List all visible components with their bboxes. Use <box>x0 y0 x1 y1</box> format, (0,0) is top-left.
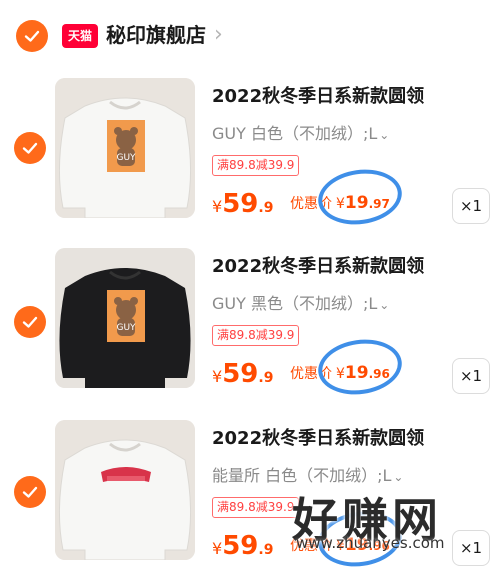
price-decimal: .9 <box>258 542 274 558</box>
chevron-down-icon: ⌄ <box>379 128 390 142</box>
checkmark-icon <box>24 30 40 42</box>
price-integer: 59 <box>222 531 259 561</box>
tmall-logo: 天猫 <box>62 24 98 48</box>
variant-label: 能量所 白色（不加绒）;L <box>212 466 392 485</box>
promo-badge: 满89.8减39.9 <box>212 497 300 518</box>
product-title[interactable]: 2022秋冬季日系新款圆领 <box>212 426 424 452</box>
chevron-down-icon: ⌄ <box>379 298 390 312</box>
checkmark-icon <box>22 142 38 154</box>
watermark-url: www.zhuanyes.com <box>296 534 445 552</box>
annotation-circle <box>314 164 406 230</box>
price: ¥59.9 <box>212 186 273 226</box>
product-image[interactable]: GUY <box>55 248 195 388</box>
promo-badge: 满89.8减39.9 <box>212 325 300 346</box>
quantity-button[interactable]: ×1 <box>452 358 490 394</box>
variant-selector[interactable]: GUY 白色（不加绒）;L ⌄ <box>212 122 389 147</box>
store-select-checkbox[interactable] <box>16 20 48 52</box>
cart-item: GUY 2022秋冬季日系新款圆领 GUY 黑色（不加绒）;L ⌄ 满89.8减3… <box>0 248 496 413</box>
price-currency: ¥ <box>212 197 223 216</box>
checkmark-icon <box>22 316 38 328</box>
price: ¥59.9 <box>212 528 273 568</box>
promo-badge: 满89.8减39.9 <box>212 155 300 176</box>
store-header: 天猫 秘印旗舰店 › <box>0 0 496 72</box>
price-currency: ¥ <box>212 539 223 558</box>
variant-label: GUY 黑色（不加绒）;L <box>212 294 378 313</box>
product-title[interactable]: 2022秋冬季日系新款圆领 <box>212 84 424 110</box>
price: ¥59.9 <box>212 356 273 396</box>
chevron-down-icon: ⌄ <box>393 470 404 484</box>
variant-label: GUY 白色（不加绒）;L <box>212 124 378 143</box>
print-text: GUY <box>116 323 136 333</box>
product-image[interactable] <box>55 420 195 560</box>
price-decimal: .9 <box>258 200 274 216</box>
product-title[interactable]: 2022秋冬季日系新款圆领 <box>212 254 424 280</box>
chevron-right-icon[interactable]: › <box>214 20 223 50</box>
annotation-circle <box>314 334 406 400</box>
store-name[interactable]: 秘印旗舰店 <box>106 20 206 50</box>
watermark: 好赚网 www.zhuanyes.com <box>290 488 490 567</box>
item-select-checkbox[interactable] <box>14 476 46 508</box>
price-currency: ¥ <box>212 367 223 386</box>
print-text: GUY <box>116 153 136 163</box>
price-decimal: .9 <box>258 370 274 386</box>
checkmark-icon <box>22 486 38 498</box>
cart-item: GUY 2022秋冬季日系新款圆领 GUY 白色（不加绒）;L ⌄ 满89.8减3… <box>0 78 496 243</box>
quantity-button[interactable]: ×1 <box>452 188 490 224</box>
item-select-checkbox[interactable] <box>14 306 46 338</box>
item-select-checkbox[interactable] <box>14 132 46 164</box>
price-integer: 59 <box>222 359 259 389</box>
product-image[interactable]: GUY <box>55 78 195 218</box>
variant-selector[interactable]: GUY 黑色（不加绒）;L ⌄ <box>212 292 389 317</box>
price-integer: 59 <box>222 189 259 219</box>
